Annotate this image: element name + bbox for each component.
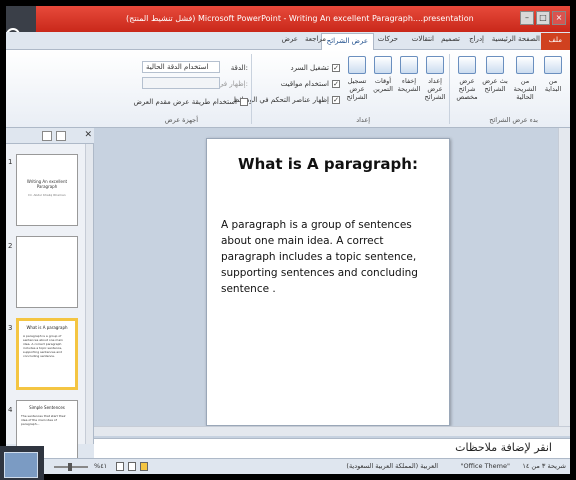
- slide-thumbnail-3[interactable]: What is A paragraph A paragraph is a gro…: [16, 318, 78, 390]
- close-icon[interactable]: ✕: [84, 130, 92, 140]
- tab-view[interactable]: عرض: [281, 35, 298, 43]
- tab-design[interactable]: تصميم: [441, 35, 460, 43]
- close-button[interactable]: ×: [552, 11, 566, 25]
- rehearse-icon: [374, 56, 392, 74]
- record-slideshow-button[interactable]: تسجيل عرض الشرائح: [344, 56, 370, 101]
- theme-name: "Office Theme": [460, 462, 510, 470]
- panel-scrollbar[interactable]: [85, 144, 93, 444]
- hide-slide-icon: [400, 56, 418, 74]
- hide-slide-button[interactable]: إخفاء الشريحة: [396, 56, 422, 93]
- tab-animations[interactable]: حركات: [378, 35, 398, 43]
- setup-icon: [426, 56, 444, 74]
- preview-box: [4, 452, 38, 478]
- slides-panel: ✕ 1 Writing An excellent Paragraph Dr. A…: [6, 128, 94, 472]
- ribbon-tabs: ملف الصفحة الرئيسية إدراج تصميم انتقالات…: [6, 32, 570, 50]
- zoom-level[interactable]: %٤١: [94, 462, 107, 470]
- record-icon: [348, 56, 366, 74]
- maximize-button[interactable]: □: [536, 11, 550, 25]
- panel-tabs: ✕: [6, 128, 94, 144]
- window-title: (فشل تنشيط المنتج) Microsoft PowerPoint …: [126, 14, 474, 23]
- slide-body[interactable]: A paragraph is a group of sentences abou…: [221, 217, 437, 297]
- window-controls: – □ ×: [520, 11, 566, 25]
- tab-slideshow[interactable]: عرض الشرائح: [320, 33, 374, 50]
- slide-sorter-view-icon[interactable]: [128, 462, 136, 471]
- group-label-start: بدء عرض الشرائح: [489, 116, 538, 124]
- checkbox-checked-icon[interactable]: ✓: [332, 96, 340, 104]
- from-beginning-button[interactable]: من البداية: [540, 56, 566, 93]
- broadcast-slideshow-button[interactable]: بث عرض الشرائح: [482, 56, 508, 93]
- group-label-monitors: أجهزة عرض: [164, 116, 198, 124]
- thumbnail-overlay: [0, 446, 44, 480]
- reading-view-icon[interactable]: [140, 462, 148, 471]
- editor-horizontal-scrollbar[interactable]: [94, 426, 570, 436]
- resolution-label: الدقة:: [230, 64, 248, 72]
- slide-title[interactable]: What is A paragraph:: [207, 155, 449, 173]
- ribbon: من البداية من الشريحة الحالية بث عرض الش…: [6, 50, 570, 128]
- tab-insert[interactable]: إدراج: [469, 35, 484, 43]
- group-label-setup: إعداد: [356, 116, 370, 124]
- broadcast-icon: [486, 56, 504, 74]
- status-bar: شريحة ٣ من ١٤ "Office Theme" العربية (ال…: [6, 458, 570, 474]
- notes-pane[interactable]: انقر لإضافة ملاحظات: [94, 438, 570, 458]
- tab-file[interactable]: ملف: [540, 33, 570, 50]
- play-narrations-checkbox[interactable]: تشغيل السرد ✓: [290, 64, 340, 72]
- checkbox-unchecked-icon[interactable]: [240, 98, 248, 106]
- notes-placeholder: انقر لإضافة ملاحظات: [455, 441, 552, 454]
- tab-transitions[interactable]: انتقالات: [412, 35, 434, 43]
- minimize-button[interactable]: –: [520, 11, 534, 25]
- from-current-slide-button[interactable]: من الشريحة الحالية: [512, 56, 538, 101]
- slide-thumbnail-1[interactable]: Writing An excellent Paragraph Dr. Abdul…: [16, 154, 78, 226]
- group-separator: [251, 54, 252, 124]
- checkbox-checked-icon[interactable]: ✓: [332, 64, 340, 72]
- slideshow-start-icon: [544, 56, 562, 74]
- setup-slideshow-button[interactable]: إعداد عرض الشرائح: [422, 56, 448, 101]
- editor-vertical-scrollbar[interactable]: [558, 128, 570, 426]
- tab-home[interactable]: الصفحة الرئيسية: [492, 35, 540, 43]
- tab-review[interactable]: مراجعة: [305, 35, 326, 43]
- slide-counter: شريحة ٣ من ١٤: [522, 462, 566, 470]
- slide-editor: What is A paragraph: A paragraph is a gr…: [94, 128, 570, 446]
- outline-tab[interactable]: [56, 131, 66, 141]
- use-timings-checkbox[interactable]: استخدام مواقيت ✓: [281, 80, 340, 88]
- show-on-dropdown[interactable]: [142, 77, 220, 89]
- show-on-label: إظهار في:: [217, 80, 248, 88]
- slides-tab[interactable]: [42, 131, 52, 141]
- group-separator: [449, 54, 450, 124]
- presenter-view-checkbox[interactable]: استخدام طريقة عرض مقدم العرض: [133, 98, 248, 106]
- powerpoint-window: (فشل تنشيط المنتج) Microsoft PowerPoint …: [6, 6, 570, 474]
- rehearse-timings-button[interactable]: أوقات التمرين: [370, 56, 396, 93]
- language-indicator[interactable]: العربية (المملكة العربية السعودية): [346, 462, 438, 470]
- slideshow-current-icon: [516, 56, 534, 74]
- resolution-dropdown[interactable]: استخدام الدقة الحالية: [142, 61, 220, 73]
- zoom-slider-handle[interactable]: [68, 463, 72, 471]
- slide-thumbnail-2[interactable]: [16, 236, 78, 308]
- checkbox-checked-icon[interactable]: ✓: [332, 80, 340, 88]
- custom-slideshow-icon: [458, 56, 476, 74]
- title-bar: (فشل تنشيط المنتج) Microsoft PowerPoint …: [6, 6, 570, 32]
- custom-slideshow-button[interactable]: عرض شرائح مخصص: [454, 56, 480, 101]
- current-slide[interactable]: What is A paragraph: A paragraph is a gr…: [206, 138, 450, 426]
- normal-view-icon[interactable]: [116, 462, 124, 471]
- show-media-controls-checkbox[interactable]: إظهار عناصر التحكم في الوسائط ✓: [233, 96, 340, 104]
